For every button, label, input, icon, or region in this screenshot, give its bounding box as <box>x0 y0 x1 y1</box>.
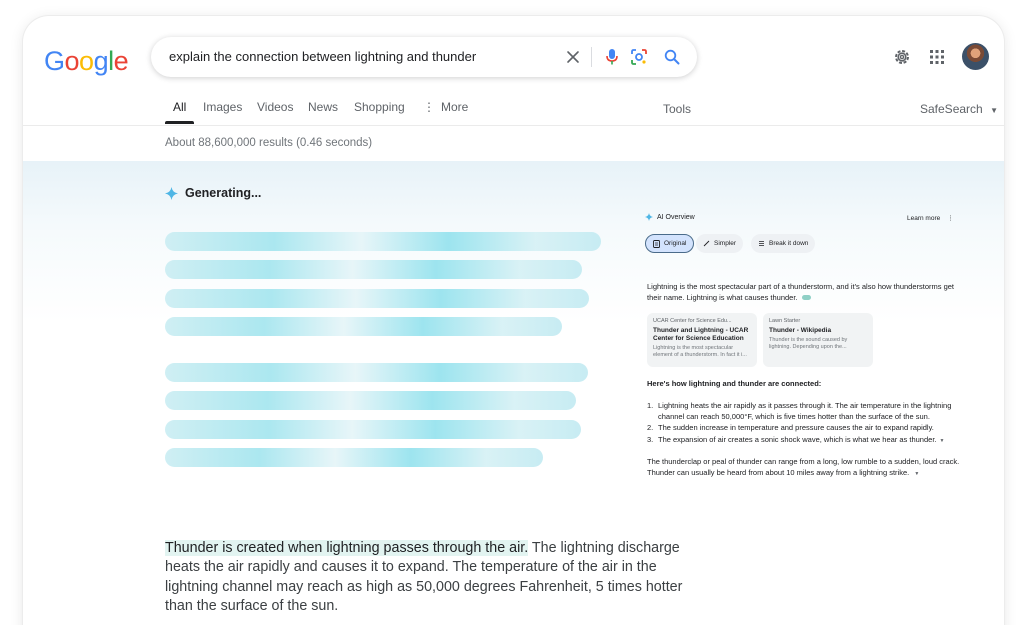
lens-icon[interactable] <box>629 47 649 67</box>
generating-status: Generating... <box>165 186 261 200</box>
settings-gear-icon[interactable] <box>891 46 913 68</box>
featured-answer: Thunder is created when lightning passes… <box>165 539 685 616</box>
list-item: 2. The sudden increase in temperature and… <box>647 422 967 433</box>
source-snippet: Thunder is the sound caused by lightning… <box>769 337 848 350</box>
ai-overview-panel: AI Overview Learn more ⋮ Original Simple… <box>639 206 975 506</box>
step-text: The expansion of air creates a sonic sho… <box>658 434 937 444</box>
search-input[interactable]: explain the connection between lightning… <box>169 49 476 64</box>
tab-more-label: More <box>441 100 469 114</box>
ai-overview-title: AI Overview <box>657 213 695 221</box>
learn-more-link[interactable]: Learn more ⋮ <box>907 214 954 222</box>
step-number: 3. <box>647 434 654 444</box>
source-site: Lawn Starter <box>769 318 801 324</box>
list-item: 1. Lightning heats the air rapidly as it … <box>647 400 967 422</box>
tab-shopping[interactable]: Shopping <box>354 100 405 114</box>
expand-icon[interactable]: ▼ <box>914 471 919 477</box>
sparkle-icon <box>165 186 178 200</box>
chip-break-it-down[interactable]: Break it down <box>751 234 816 253</box>
source-title: Thunder - Wikipedia <box>769 327 832 334</box>
browser-page-frame: Google explain the connection between li… <box>23 16 1004 625</box>
document-icon <box>653 239 660 248</box>
tab-all[interactable]: All <box>173 100 186 114</box>
logo-letter: e <box>113 46 129 76</box>
list-icon <box>759 241 764 246</box>
search-divider <box>591 47 592 67</box>
chip-label: Original <box>664 240 687 247</box>
loading-bar <box>165 289 589 308</box>
apps-grid-icon[interactable] <box>926 46 948 68</box>
pencil-icon <box>703 240 710 247</box>
chip-original[interactable]: Original <box>645 234 695 253</box>
tab-news[interactable]: News <box>308 100 338 114</box>
source-snippet: Lightning is the most spectacular elemen… <box>653 345 747 358</box>
loading-bar <box>165 232 601 251</box>
ai-overview-subheading: Here's how lightning and thunder are con… <box>647 379 822 388</box>
logo-letter: o <box>79 46 94 76</box>
ai-overview-header: AI Overview <box>645 213 695 221</box>
step-number: 1. <box>647 401 654 410</box>
chip-label: Simpler <box>714 240 737 247</box>
tab-videos[interactable]: Videos <box>257 100 293 114</box>
active-tab-indicator <box>165 121 194 124</box>
loading-bar <box>165 317 562 336</box>
ai-overview-closing: The thunderclap or peal of thunder can r… <box>647 456 967 480</box>
step-number: 2. <box>647 423 654 433</box>
step-text: Lightning heats the air rapidly as it pa… <box>658 401 952 422</box>
safesearch-label: SafeSearch <box>920 102 983 116</box>
dropdown-arrow-icon: ▼ <box>990 106 998 115</box>
tabs-divider <box>23 125 1004 126</box>
chip-simpler[interactable]: Simpler <box>696 234 744 253</box>
account-avatar[interactable] <box>962 43 989 70</box>
closing-text: The thunderclap or peal of thunder can r… <box>647 456 960 478</box>
logo-letter: G <box>44 46 65 76</box>
link-icon[interactable] <box>801 295 811 300</box>
search-icon[interactable] <box>662 47 682 67</box>
list-item: 3. The expansion of air creates a sonic s… <box>647 434 967 447</box>
sparkle-icon <box>645 213 653 221</box>
answer-highlight: Thunder is created when lightning passes… <box>165 540 529 556</box>
step-text: The sudden increase in temperature and p… <box>658 423 934 433</box>
loading-bar <box>165 448 543 467</box>
source-card[interactable]: Lawn Starter Thunder - Wikipedia Thunder… <box>763 313 873 367</box>
tools-button[interactable]: Tools <box>663 102 691 116</box>
tab-more[interactable]: ⋮ More <box>423 100 468 114</box>
google-logo[interactable]: Google <box>44 46 129 77</box>
ai-overview-intro: Lightning is the most spectacular part o… <box>647 281 967 303</box>
intro-text: Lightning is the most spectacular part o… <box>647 282 955 302</box>
learn-more-label: Learn more <box>907 215 941 222</box>
logo-letter: g <box>93 46 109 76</box>
loading-bar <box>165 391 576 410</box>
chip-label: Break it down <box>769 240 809 247</box>
expand-icon[interactable]: ▼ <box>939 438 944 444</box>
tab-images[interactable]: Images <box>203 100 242 114</box>
loading-bar <box>165 260 582 279</box>
loading-bar <box>165 420 581 439</box>
source-card[interactable]: UCAR Center for Science Edu... Thunder a… <box>647 313 757 367</box>
result-stats: About 88,600,000 results (0.46 seconds) <box>165 137 373 149</box>
microphone-icon[interactable] <box>602 47 622 67</box>
safesearch-menu[interactable]: SafeSearch ▼ <box>920 102 998 116</box>
clear-icon[interactable] <box>563 47 583 67</box>
source-title: Thunder and Lightning - UCAR Center for … <box>653 327 749 342</box>
source-site: UCAR Center for Science Edu... <box>653 318 732 324</box>
more-vert-icon: ⋮ <box>423 100 435 114</box>
more-vert-icon: ⋮ <box>947 215 954 222</box>
ai-overview-steps: 1. Lightning heats the air rapidly as it … <box>647 400 967 480</box>
loading-bar <box>165 363 588 382</box>
search-box[interactable]: explain the connection between lightning… <box>151 37 697 77</box>
logo-letter: o <box>64 46 80 76</box>
generating-label: Generating... <box>185 186 262 200</box>
